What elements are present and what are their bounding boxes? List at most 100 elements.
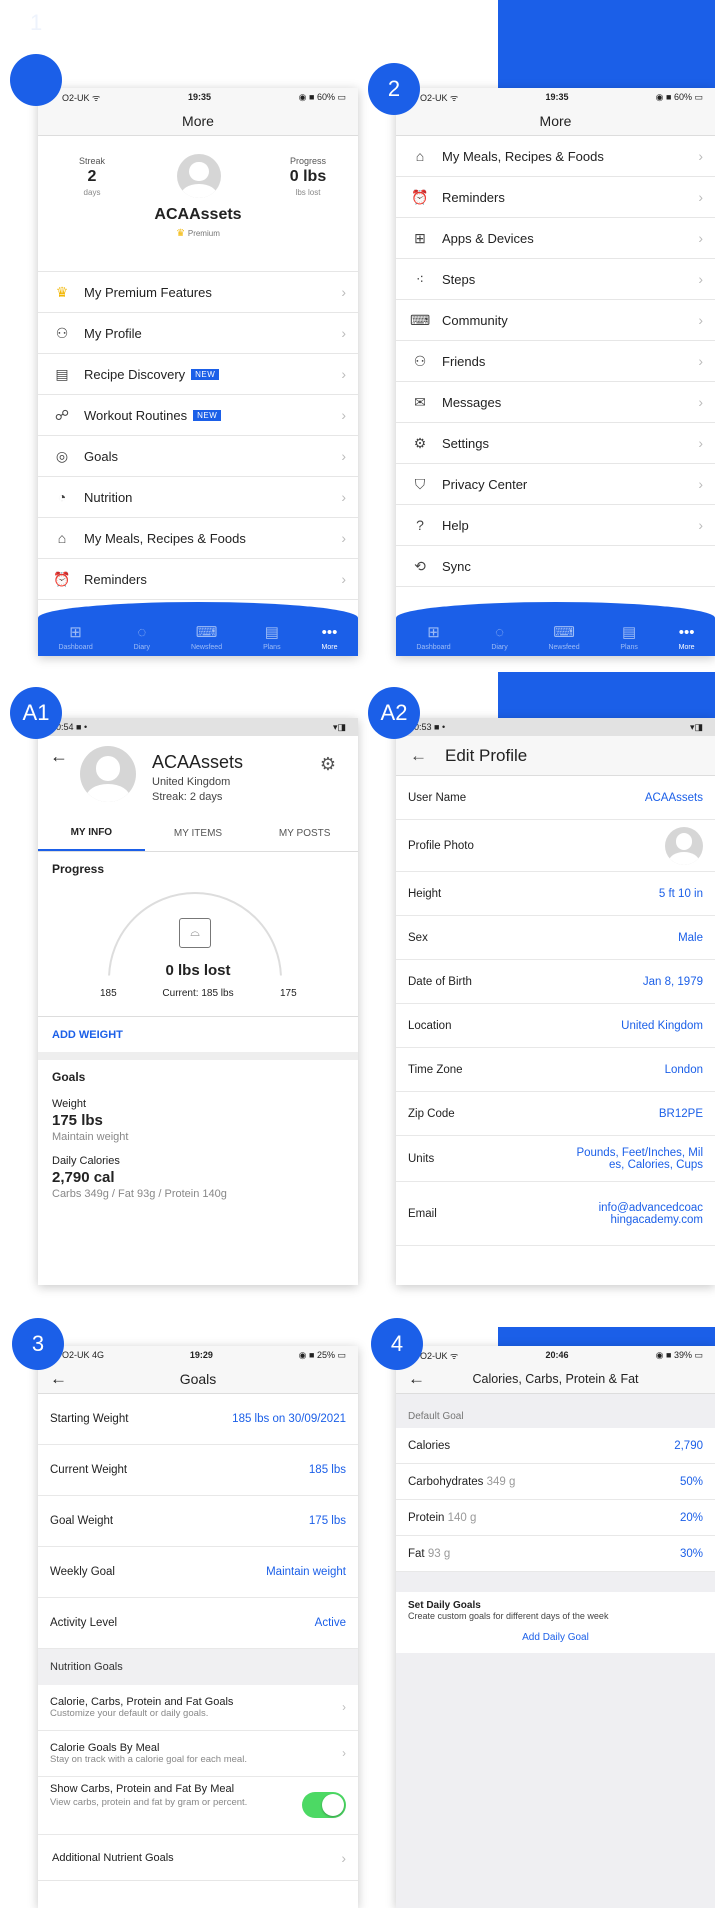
tab-dashboard[interactable]: ⊞ Dashboard bbox=[58, 623, 92, 651]
status-time: 0:54 ■ • bbox=[56, 722, 88, 732]
screen-edit-profile: 0:53 ■ • ▾◨ ← Edit Profile User Name ACAA… bbox=[396, 718, 715, 1285]
tab-dashboard[interactable]: ⊞ Dashboard bbox=[416, 623, 450, 651]
back-arrow-icon[interactable]: ← bbox=[50, 746, 68, 767]
menu-item[interactable]: ▤ Recipe Discovery NEW › bbox=[38, 354, 358, 395]
macro-row[interactable]: Protein 140 g 20% bbox=[396, 1500, 715, 1536]
menu-item[interactable]: ? Help › bbox=[396, 505, 715, 546]
tab-plans[interactable]: ▤ Plans bbox=[263, 623, 281, 651]
menu-item[interactable]: ⏰ Reminders › bbox=[38, 559, 358, 600]
battery: ◉ ■ 39% ▭ bbox=[655, 1349, 703, 1360]
carrier: O2-UK 4G bbox=[62, 1350, 105, 1360]
profile-field-row[interactable]: Location United Kingdom bbox=[396, 1004, 715, 1048]
blue-backdrop-mid bbox=[498, 672, 715, 718]
progress-value: 0 lbs bbox=[289, 168, 327, 185]
tab-plans[interactable]: ▤ Plans bbox=[620, 623, 638, 651]
tab-label: Newsfeed bbox=[548, 644, 580, 651]
menu-item-label: Steps bbox=[442, 271, 476, 287]
additional-nutrient-goals-row[interactable]: Additional Nutrient Goals › bbox=[38, 1835, 358, 1881]
profile-field-row[interactable]: Sex Male bbox=[396, 916, 715, 960]
menu-item[interactable]: ⁖ Steps › bbox=[396, 259, 715, 300]
menu-item[interactable]: ⛉ Privacy Center › bbox=[396, 464, 715, 505]
avatar[interactable] bbox=[177, 154, 221, 198]
profile-field-row[interactable]: User Name ACAAssets bbox=[396, 776, 715, 820]
recipe-icon: ▤ bbox=[55, 365, 69, 382]
calorie-goal-label: Daily Calories bbox=[52, 1155, 120, 1167]
tab-my-items[interactable]: MY ITEMS bbox=[145, 816, 252, 851]
field-label: Height bbox=[408, 887, 442, 900]
goal-row[interactable]: Goal Weight 175 lbs bbox=[38, 1496, 358, 1547]
menu-item[interactable]: ⏰ Reminders › bbox=[396, 177, 715, 218]
menu-item[interactable]: ⌂ My Meals, Recipes & Foods › bbox=[396, 136, 715, 177]
goal-row[interactable]: Starting Weight 185 lbs on 30/09/2021 bbox=[38, 1394, 358, 1445]
blue-backdrop-top bbox=[498, 0, 715, 95]
menu-item[interactable]: ♛ My Premium Features › bbox=[38, 272, 358, 313]
macro-grams: 349 g bbox=[486, 1475, 516, 1488]
workout-icon: ☍ bbox=[54, 406, 70, 423]
tab-more[interactable]: ••• More bbox=[679, 624, 695, 651]
tab-my-info[interactable]: MY INFO bbox=[38, 816, 145, 851]
menu-item-label: Sync bbox=[442, 558, 471, 574]
status-bar: 0:54 ■ • ▾◨ bbox=[38, 718, 358, 736]
profile-field-row[interactable]: Units Pounds, Feet/Inches, Miles, Calorie… bbox=[396, 1136, 715, 1182]
macro-label: Fat bbox=[408, 1547, 425, 1560]
profile-field-row[interactable]: Profile Photo bbox=[396, 820, 715, 872]
menu-item[interactable]: ⚙ Settings › bbox=[396, 423, 715, 464]
chevron-right-icon: › bbox=[341, 530, 346, 546]
chevron-right-icon: › bbox=[698, 517, 703, 533]
goals-heading: Goals bbox=[52, 1070, 86, 1084]
menu-item[interactable]: ☍ Workout Routines NEW › bbox=[38, 395, 358, 436]
tab-my-posts[interactable]: MY POSTS bbox=[251, 816, 358, 851]
goal-row[interactable]: Current Weight 185 lbs bbox=[38, 1445, 358, 1496]
menu-item[interactable]: ◎ Goals › bbox=[38, 436, 358, 477]
tab-more[interactable]: ••• More bbox=[322, 624, 338, 651]
progress-unit: lbs lost bbox=[295, 188, 321, 197]
profile-field-row[interactable]: Email info@advancedcoachingacademy.com bbox=[396, 1182, 715, 1246]
tab-newsfeed[interactable]: ⌨ Newsfeed bbox=[548, 623, 579, 651]
nutrition-icon: ◔ bbox=[57, 489, 67, 505]
menu-item[interactable]: ⚇ Friends › bbox=[396, 341, 715, 382]
back-arrow-icon[interactable]: ← bbox=[50, 1369, 67, 1389]
tab-diary[interactable]: ◌ Diary bbox=[134, 624, 150, 651]
goal-row[interactable]: Activity Level Active bbox=[38, 1598, 358, 1649]
macro-row[interactable]: Calories 2,790 bbox=[396, 1428, 715, 1464]
menu-item[interactable]: ⌨ Community › bbox=[396, 300, 715, 341]
house-icon: ⌂ bbox=[415, 148, 425, 164]
chevron-right-icon: › bbox=[698, 394, 703, 410]
profile-photo[interactable] bbox=[665, 826, 703, 865]
goal-row[interactable]: Weekly Goal Maintain weight bbox=[38, 1547, 358, 1598]
goal-label: Activity Level bbox=[50, 1617, 118, 1629]
menu-item[interactable]: ⌂ My Meals, Recipes & Foods › bbox=[38, 518, 358, 559]
add-daily-goal-button[interactable]: Add Daily Goal bbox=[408, 1621, 703, 1653]
menu-item[interactable]: ✉ Messages › bbox=[396, 382, 715, 423]
menu-item[interactable]: ◔ Nutrition › bbox=[38, 477, 358, 518]
macro-list: Calories 2,790 Carbohydrates 349 g 50% Prote… bbox=[396, 1428, 715, 1572]
macro-by-meal-toggle[interactable] bbox=[302, 1792, 346, 1818]
nutrition-goal-row[interactable]: Calorie, Carbs, Protein and Fat Goals Cus… bbox=[38, 1685, 358, 1731]
field-label: Units bbox=[408, 1152, 435, 1165]
profile-field-row[interactable]: Time Zone London bbox=[396, 1048, 715, 1092]
nutrition-goal-row[interactable]: Calorie Goals By Meal Stay on track with … bbox=[38, 1731, 358, 1777]
profile-field-row[interactable]: Date of Birth Jan 8, 1979 bbox=[396, 960, 715, 1004]
profile-summary: Streak 2 days ACAAssets ♛ Premium Progre… bbox=[38, 136, 358, 272]
menu-item-label: Privacy Center bbox=[442, 476, 528, 492]
menu-item-label: Friends bbox=[442, 353, 486, 369]
tab-diary[interactable]: ◌ Diary bbox=[491, 624, 507, 651]
back-arrow-icon[interactable]: ← bbox=[408, 1369, 425, 1389]
profile-country: United Kingdom bbox=[152, 776, 231, 788]
menu-item-label: Settings bbox=[442, 435, 489, 451]
avatar[interactable] bbox=[80, 746, 136, 802]
menu-item[interactable]: ⚇ My Profile › bbox=[38, 313, 358, 354]
gear-icon[interactable]: ⚙ bbox=[320, 754, 336, 775]
profile-field-row[interactable]: Zip Code BR12PE bbox=[396, 1092, 715, 1136]
menu-item[interactable]: ⟲ Sync bbox=[396, 546, 715, 587]
menu-item-label: My Meals, Recipes & Foods bbox=[442, 148, 604, 164]
macro-row[interactable]: Fat 93 g 30% bbox=[396, 1536, 715, 1572]
back-arrow-icon[interactable]: ← bbox=[410, 746, 427, 766]
add-weight-button[interactable]: ADD WEIGHT bbox=[38, 1016, 358, 1060]
profile-field-row[interactable]: Height 5 ft 10 in bbox=[396, 872, 715, 916]
macro-row[interactable]: Carbohydrates 349 g 50% bbox=[396, 1464, 715, 1500]
bottom-tab-bar: ⊞ Dashboard ◌ Diary ⌨ Newsfeed ▤ Plans ••• More bbox=[396, 602, 715, 656]
tab-newsfeed[interactable]: ⌨ Newsfeed bbox=[191, 623, 222, 651]
field-value: United Kingdom bbox=[621, 1019, 703, 1032]
menu-item[interactable]: ⊞ Apps & Devices › bbox=[396, 218, 715, 259]
